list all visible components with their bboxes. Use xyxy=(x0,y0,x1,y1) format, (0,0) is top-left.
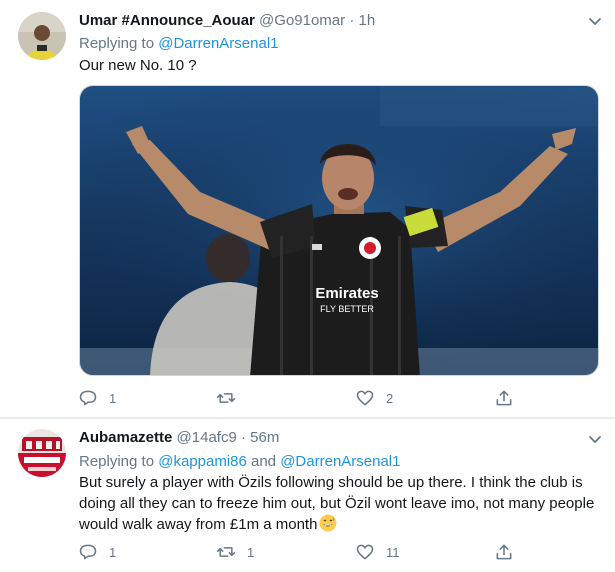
replying-to: Replying to @DarrenArsenal1 xyxy=(79,34,279,54)
tweet-header: Aubamazette @14afc9 · 56m xyxy=(79,428,279,448)
tweet-photo[interactable]: Emirates FLY BETTER xyxy=(79,85,599,376)
display-name[interactable]: Aubamazette xyxy=(79,429,172,446)
grinning-sweat-emoji xyxy=(319,514,337,532)
timestamp[interactable]: 1h xyxy=(359,12,376,29)
timestamp[interactable]: 56m xyxy=(250,429,279,446)
retweet-button[interactable] xyxy=(216,386,247,410)
reply-count: 1 xyxy=(109,390,117,406)
avatar[interactable] xyxy=(18,429,66,477)
replying-to-label: Replying to xyxy=(79,453,159,470)
reply-icon xyxy=(79,544,97,560)
share-icon xyxy=(496,544,512,560)
share-button[interactable] xyxy=(494,386,514,410)
tweet-actions: 1 1 11 xyxy=(70,540,610,564)
mention-joiner: and xyxy=(246,453,281,470)
sponsor-subtext: FLY BETTER xyxy=(320,304,374,314)
sponsor-text: Emirates xyxy=(315,285,378,302)
reply-button[interactable]: 1 xyxy=(78,386,116,410)
replying-to: Replying to @kappami86 and @DarrenArsena… xyxy=(79,452,400,472)
tweet-header: Umar #Announce_Aouar @Go91omar · 1h xyxy=(79,11,375,31)
retweet-button[interactable]: 1 xyxy=(216,540,254,564)
reply-icon xyxy=(79,390,97,406)
reply-count: 1 xyxy=(109,544,117,560)
mention-link[interactable]: @DarrenArsenal1 xyxy=(280,453,400,470)
retweet-icon xyxy=(216,393,236,403)
tweet[interactable]: Aubamazette @14afc9 · 56m Replying to @k… xyxy=(0,419,615,572)
chevron-down-icon[interactable] xyxy=(587,431,603,447)
display-name[interactable]: Umar #Announce_Aouar xyxy=(79,12,255,29)
user-handle[interactable]: @14afc9 xyxy=(177,429,237,446)
mention-link[interactable]: @DarrenArsenal1 xyxy=(158,35,278,52)
retweet-count: 1 xyxy=(247,544,255,560)
separator-dot: · xyxy=(240,429,246,446)
like-button[interactable]: 11 xyxy=(355,540,400,564)
avatar[interactable] xyxy=(18,12,66,60)
replying-to-label: Replying to xyxy=(79,35,159,52)
separator-dot: · xyxy=(349,12,355,29)
tweet[interactable]: Umar #Announce_Aouar @Go91omar · 1h Repl… xyxy=(0,0,615,417)
share-icon xyxy=(496,390,512,406)
tweet-text: Our new No. 10 ? xyxy=(79,57,197,74)
tweet-actions: 1 2 xyxy=(70,386,610,410)
like-count: 11 xyxy=(386,544,400,560)
like-icon xyxy=(356,390,374,406)
like-count: 2 xyxy=(386,390,394,406)
retweet-icon xyxy=(216,547,236,557)
reply-button[interactable]: 1 xyxy=(78,540,116,564)
like-icon xyxy=(356,544,374,560)
tweet-text: But surely a player with Özils following… xyxy=(79,472,604,535)
chevron-down-icon[interactable] xyxy=(587,13,603,29)
mention-link[interactable]: @kappami86 xyxy=(158,453,247,470)
user-handle[interactable]: @Go91omar xyxy=(259,12,345,29)
like-button[interactable]: 2 xyxy=(355,386,393,410)
share-button[interactable] xyxy=(494,540,514,564)
